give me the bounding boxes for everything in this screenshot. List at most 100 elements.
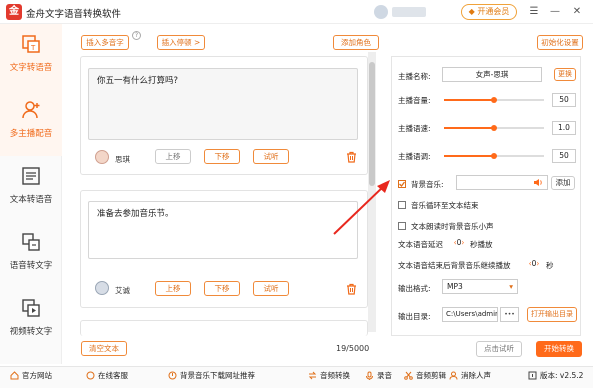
preview-button[interactable]: 点击试听 (476, 341, 522, 357)
increment-icon[interactable]: › (536, 259, 539, 268)
annotation-arrow (333, 180, 390, 235)
init-settings-button[interactable]: 初始化设置 (537, 35, 583, 50)
speed-label: 主播语速: (398, 124, 431, 133)
user-name-redacted (392, 7, 426, 17)
dropdown-arrow-icon: ▾ (509, 282, 513, 291)
tail-prefix-label: 文本语音结束后背景音乐继续播放 (398, 261, 511, 270)
minimize-icon[interactable]: — (548, 5, 562, 19)
document-icon (22, 167, 40, 185)
audio-convert-link[interactable]: 音频转换 (320, 370, 350, 381)
listen-button[interactable]: 试听 (253, 281, 289, 296)
video-text-icon (22, 299, 40, 317)
pitch-slider-knob[interactable] (491, 153, 497, 159)
delay-stepper[interactable]: ‹0› (450, 238, 468, 249)
move-up-button[interactable]: 上移 (155, 149, 191, 164)
duck-music-label: 文本朗读时背景音乐小声 (411, 222, 494, 231)
change-anchor-button[interactable]: 更换 (554, 68, 576, 81)
version-label: 版本: v2.5.2 (540, 371, 584, 380)
sidebar-item-speech-to-text[interactable]: 语音转文字 (0, 222, 62, 288)
char-counter: 19/5000 (336, 344, 370, 353)
increment-icon[interactable]: › (461, 238, 464, 247)
insert-polyphone-button[interactable]: 插入多音字 (81, 35, 129, 50)
anchor-name-label: 主播名称: (398, 72, 431, 81)
speed-input[interactable]: 1.0 (552, 121, 576, 135)
sidebar: T 文字转语音 多主播配音 文本转语音 语音转文字 视频转文字 (0, 24, 62, 364)
speaker-name[interactable]: 思琪 (115, 154, 130, 165)
bgm-label: 背景音乐: (411, 180, 444, 189)
add-bgm-button[interactable]: 添加 (551, 176, 575, 190)
clear-text-button[interactable]: 清空文本 (81, 341, 127, 356)
user-avatar[interactable] (374, 5, 388, 19)
pitch-slider-fill (444, 155, 494, 157)
volume-input[interactable]: 50 (552, 93, 576, 107)
dialog-card: 准备去参加音乐节。 艾诚 上移 下移 试听 (80, 190, 368, 308)
dialog-card (80, 320, 368, 336)
official-website-link[interactable]: 官方网站 (22, 370, 52, 381)
sidebar-item-video-to-text[interactable]: 视频转文字 (0, 288, 62, 354)
format-select[interactable]: MP3 ▾ (442, 279, 518, 294)
vocal-remove-icon (449, 371, 458, 380)
text-speech-icon: T (22, 35, 40, 53)
loop-music-label: 音乐循环至文本结束 (411, 201, 479, 210)
dir-label: 输出目录: (398, 312, 431, 321)
anchor-name-field[interactable]: 女声-思琪 (442, 67, 542, 82)
bgm-checkbox[interactable] (398, 180, 406, 188)
sidebar-item-multi-anchor[interactable]: 多主播配音 (0, 90, 62, 156)
insert-pause-button[interactable]: 插入停顿 > (157, 35, 205, 50)
speaker-avatar (95, 281, 109, 295)
record-link[interactable]: 录音 (377, 370, 392, 381)
pitch-input[interactable]: 50 (552, 149, 576, 163)
help-icon[interactable]: ? (132, 31, 141, 40)
trash-icon[interactable] (346, 283, 357, 295)
svg-text:T: T (30, 44, 36, 52)
menu-icon[interactable]: ☰ (527, 5, 541, 19)
dialog-text-input[interactable]: 你五一有什么打算吗? (88, 68, 358, 140)
audio-convert-icon (308, 371, 317, 380)
speaker-icon[interactable] (533, 178, 543, 187)
app-logo-icon: 金 (6, 4, 22, 20)
format-label: 输出格式: (398, 284, 431, 293)
scissors-icon (404, 371, 413, 380)
microphone-icon (366, 371, 373, 380)
move-down-button[interactable]: 下移 (204, 149, 240, 164)
scrollbar-thumb[interactable] (369, 62, 375, 186)
loop-music-checkbox[interactable] (398, 201, 406, 209)
trash-icon[interactable] (346, 151, 357, 163)
move-up-button[interactable]: 上移 (155, 281, 191, 296)
start-convert-button[interactable]: 开始转换 (536, 341, 582, 357)
info-icon (528, 371, 537, 380)
audio-cut-link[interactable]: 音频剪辑 (416, 370, 446, 381)
listen-button[interactable]: 试听 (253, 149, 289, 164)
sidebar-item-text-to-speech[interactable]: T 文字转语音 (0, 24, 62, 90)
pitch-label: 主播语调: (398, 152, 431, 161)
tail-stepper[interactable]: ‹0› (525, 259, 543, 270)
dialog-card: 你五一有什么打算吗? 思琪 上移 下移 试听 (80, 56, 368, 175)
delay-prefix-label: 文本语音延迟 (398, 240, 443, 249)
delay-suffix-label: 秒播放 (470, 240, 493, 249)
duck-music-checkbox[interactable] (398, 222, 406, 230)
browse-dir-button[interactable]: ••• (500, 307, 519, 322)
tail-suffix-label: 秒 (546, 261, 554, 270)
app-title: 金舟文字语音转换软件 (26, 9, 122, 20)
volume-slider-fill (444, 99, 494, 101)
volume-label: 主播音量: (398, 96, 431, 105)
output-dir-field[interactable]: C:\Users\admir (442, 307, 498, 322)
online-service-link[interactable]: 在线客服 (98, 370, 128, 381)
headset-icon (86, 371, 95, 380)
music-note-icon (168, 371, 177, 380)
vocal-remove-link[interactable]: 消除人声 (461, 370, 491, 381)
bgm-download-link[interactable]: 背景音乐下载网址推荐 (180, 370, 255, 381)
vip-button[interactable]: ◆ 开通会员 (461, 4, 517, 20)
home-icon (10, 371, 19, 380)
speech-text-icon (22, 233, 40, 251)
sidebar-item-doc-to-speech[interactable]: 文本转语音 (0, 156, 62, 222)
speed-slider-knob[interactable] (491, 125, 497, 131)
add-role-button[interactable]: 添加角色 (333, 35, 379, 50)
volume-slider-knob[interactable] (491, 97, 497, 103)
user-plus-icon (22, 101, 40, 119)
close-icon[interactable]: ✕ (570, 5, 584, 19)
speaker-name[interactable]: 艾诚 (115, 285, 130, 296)
open-output-dir-button[interactable]: 打开输出目录 (527, 307, 577, 322)
move-down-button[interactable]: 下移 (204, 281, 240, 296)
dialog-text-input[interactable]: 准备去参加音乐节。 (88, 201, 358, 259)
